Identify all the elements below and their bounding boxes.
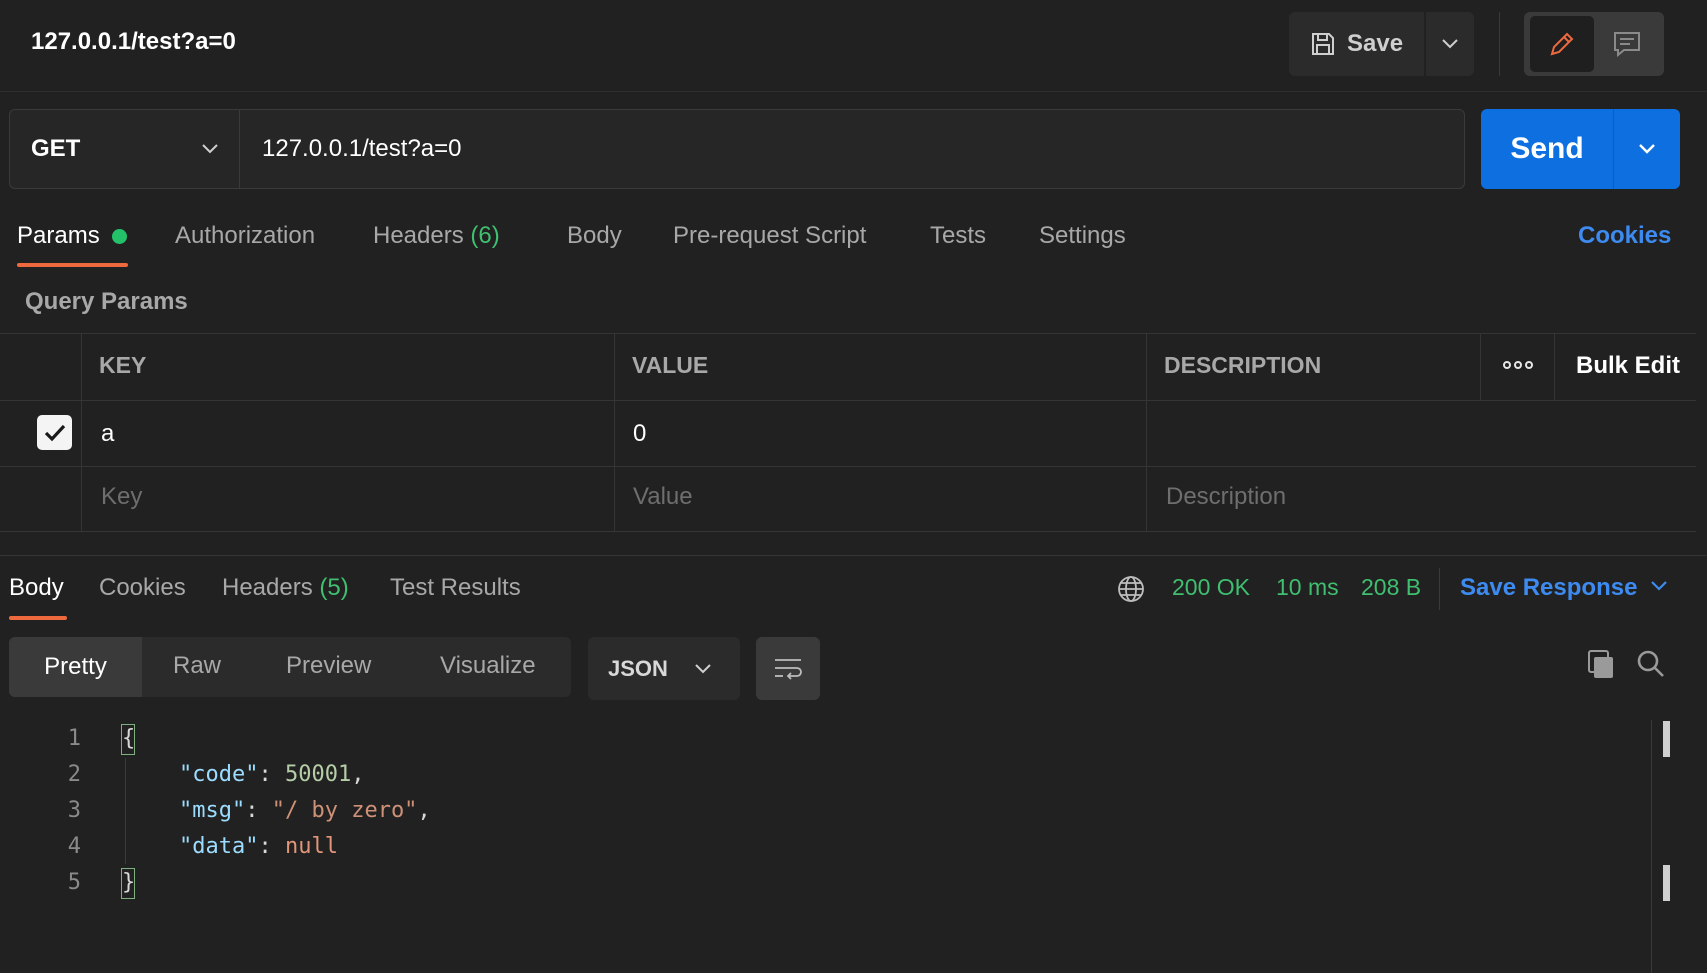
request-title[interactable]: 127.0.0.1/test?a=0	[31, 28, 236, 56]
response-format-select[interactable]: JSON	[588, 637, 740, 700]
json-value: "/ by zero"	[271, 798, 418, 823]
json-close-brace: }	[121, 868, 135, 899]
tab-tests[interactable]: Tests	[930, 222, 986, 250]
response-tab-test-results[interactable]: Test Results	[390, 574, 521, 602]
cookies-link[interactable]: Cookies	[1578, 222, 1671, 250]
view-raw-button[interactable]: Raw	[173, 652, 221, 680]
format-label: JSON	[608, 655, 668, 681]
save-response-button[interactable]: Save Response	[1460, 574, 1637, 602]
save-icon	[1309, 30, 1337, 58]
indent-guide	[125, 758, 126, 864]
query-params-heading: Query Params	[25, 288, 188, 315]
comment-icon	[1612, 30, 1642, 58]
search-icon[interactable]	[1635, 648, 1667, 680]
json-key: "msg"	[179, 798, 246, 823]
table-column-divider	[1146, 333, 1147, 531]
new-param-value-input[interactable]: Value	[633, 483, 693, 511]
save-button[interactable]: Save	[1289, 12, 1424, 76]
param-enabled-checkbox[interactable]	[37, 415, 72, 450]
table-border	[0, 400, 1696, 401]
table-column-divider	[614, 333, 615, 531]
line-number: 5	[67, 870, 81, 895]
tab-settings[interactable]: Settings	[1039, 222, 1126, 250]
method-select[interactable]: GET	[9, 109, 240, 189]
response-tab-cookies[interactable]: Cookies	[99, 574, 186, 602]
response-status[interactable]: 200 OK	[1172, 574, 1250, 601]
table-border	[0, 531, 1696, 532]
globe-icon[interactable]	[1116, 574, 1146, 604]
send-options-dropdown[interactable]	[1614, 109, 1680, 189]
response-headers-count-badge: (5)	[319, 574, 349, 601]
chevron-down-icon	[1638, 143, 1656, 155]
chevron-down-icon[interactable]	[1650, 580, 1668, 592]
response-time[interactable]: 10 ms	[1276, 574, 1339, 601]
chevron-down-icon	[1441, 38, 1459, 50]
line-number: 3	[67, 798, 81, 823]
scrollbar-marker[interactable]	[1663, 721, 1670, 757]
send-button[interactable]: Send	[1481, 109, 1613, 189]
json-value: 50001	[284, 762, 352, 787]
json-value: null	[284, 834, 338, 859]
response-tab-headers[interactable]: Headers (5)	[222, 574, 349, 602]
scrollbar-marker[interactable]	[1663, 865, 1670, 901]
bulk-edit-button[interactable]: Bulk Edit	[1576, 352, 1680, 380]
save-label: Save	[1347, 30, 1404, 57]
copy-icon[interactable]	[1585, 648, 1617, 680]
column-header-value: VALUE	[632, 352, 709, 378]
more-options-icon[interactable]	[1502, 358, 1534, 372]
tab-pre-request-script[interactable]: Pre-request Script	[673, 222, 866, 250]
new-param-key-input[interactable]: Key	[101, 483, 142, 511]
tab-headers[interactable]: Headers (6)	[373, 222, 500, 250]
response-size[interactable]: 208 B	[1361, 574, 1421, 601]
comments-button[interactable]	[1596, 16, 1658, 72]
view-preview-button[interactable]: Preview	[286, 652, 371, 680]
param-key-cell[interactable]: a	[101, 420, 114, 448]
line-number: 2	[67, 762, 81, 787]
json-key: "data"	[179, 834, 259, 859]
method-label: GET	[31, 135, 81, 162]
tab-authorization[interactable]: Authorization	[175, 222, 315, 250]
save-options-dropdown[interactable]	[1426, 12, 1474, 76]
table-column-divider	[1554, 333, 1555, 400]
table-column-divider	[81, 333, 82, 531]
tab-headers-label: Headers	[373, 222, 464, 249]
column-header-description: DESCRIPTION	[1164, 352, 1322, 378]
edit-mode-button[interactable]	[1530, 16, 1594, 72]
line-number: 4	[67, 834, 81, 859]
json-key: "code"	[179, 762, 259, 787]
tab-body[interactable]: Body	[567, 222, 622, 250]
active-tab-underline	[17, 263, 128, 267]
new-param-description-input[interactable]: Description	[1166, 483, 1286, 511]
status-divider	[1439, 568, 1440, 610]
code-line: "code": 50001,	[179, 762, 365, 787]
column-header-key: KEY	[99, 352, 147, 378]
code-line: "msg": "/ by zero",	[179, 798, 431, 823]
table-border	[0, 466, 1696, 467]
chevron-down-icon	[694, 663, 712, 675]
scrollbar-track[interactable]	[1651, 720, 1652, 973]
param-value-cell[interactable]: 0	[633, 420, 646, 448]
code-line: "data": null	[179, 834, 338, 859]
table-border	[0, 333, 1696, 334]
chevron-down-icon	[201, 143, 219, 155]
view-visualize-button[interactable]: Visualize	[440, 652, 536, 680]
table-column-divider	[1480, 333, 1481, 400]
wrap-lines-icon	[772, 655, 804, 683]
toolbar-divider	[1499, 12, 1500, 76]
tab-params[interactable]: Params	[17, 222, 100, 250]
active-tab-underline	[9, 616, 67, 620]
pencil-icon	[1547, 29, 1577, 59]
params-active-dot	[112, 229, 127, 244]
response-tab-body[interactable]: Body	[9, 574, 64, 602]
line-number: 1	[67, 726, 81, 751]
view-pretty-button[interactable]: Pretty	[9, 637, 142, 697]
headers-count-badge: (6)	[470, 222, 500, 249]
json-open-brace: {	[121, 724, 135, 755]
response-tab-headers-label: Headers	[222, 574, 313, 601]
wrap-lines-button[interactable]	[756, 637, 820, 700]
checkmark-icon	[43, 423, 67, 443]
panel-splitter[interactable]	[0, 555, 1707, 556]
url-input[interactable]	[239, 109, 1465, 189]
